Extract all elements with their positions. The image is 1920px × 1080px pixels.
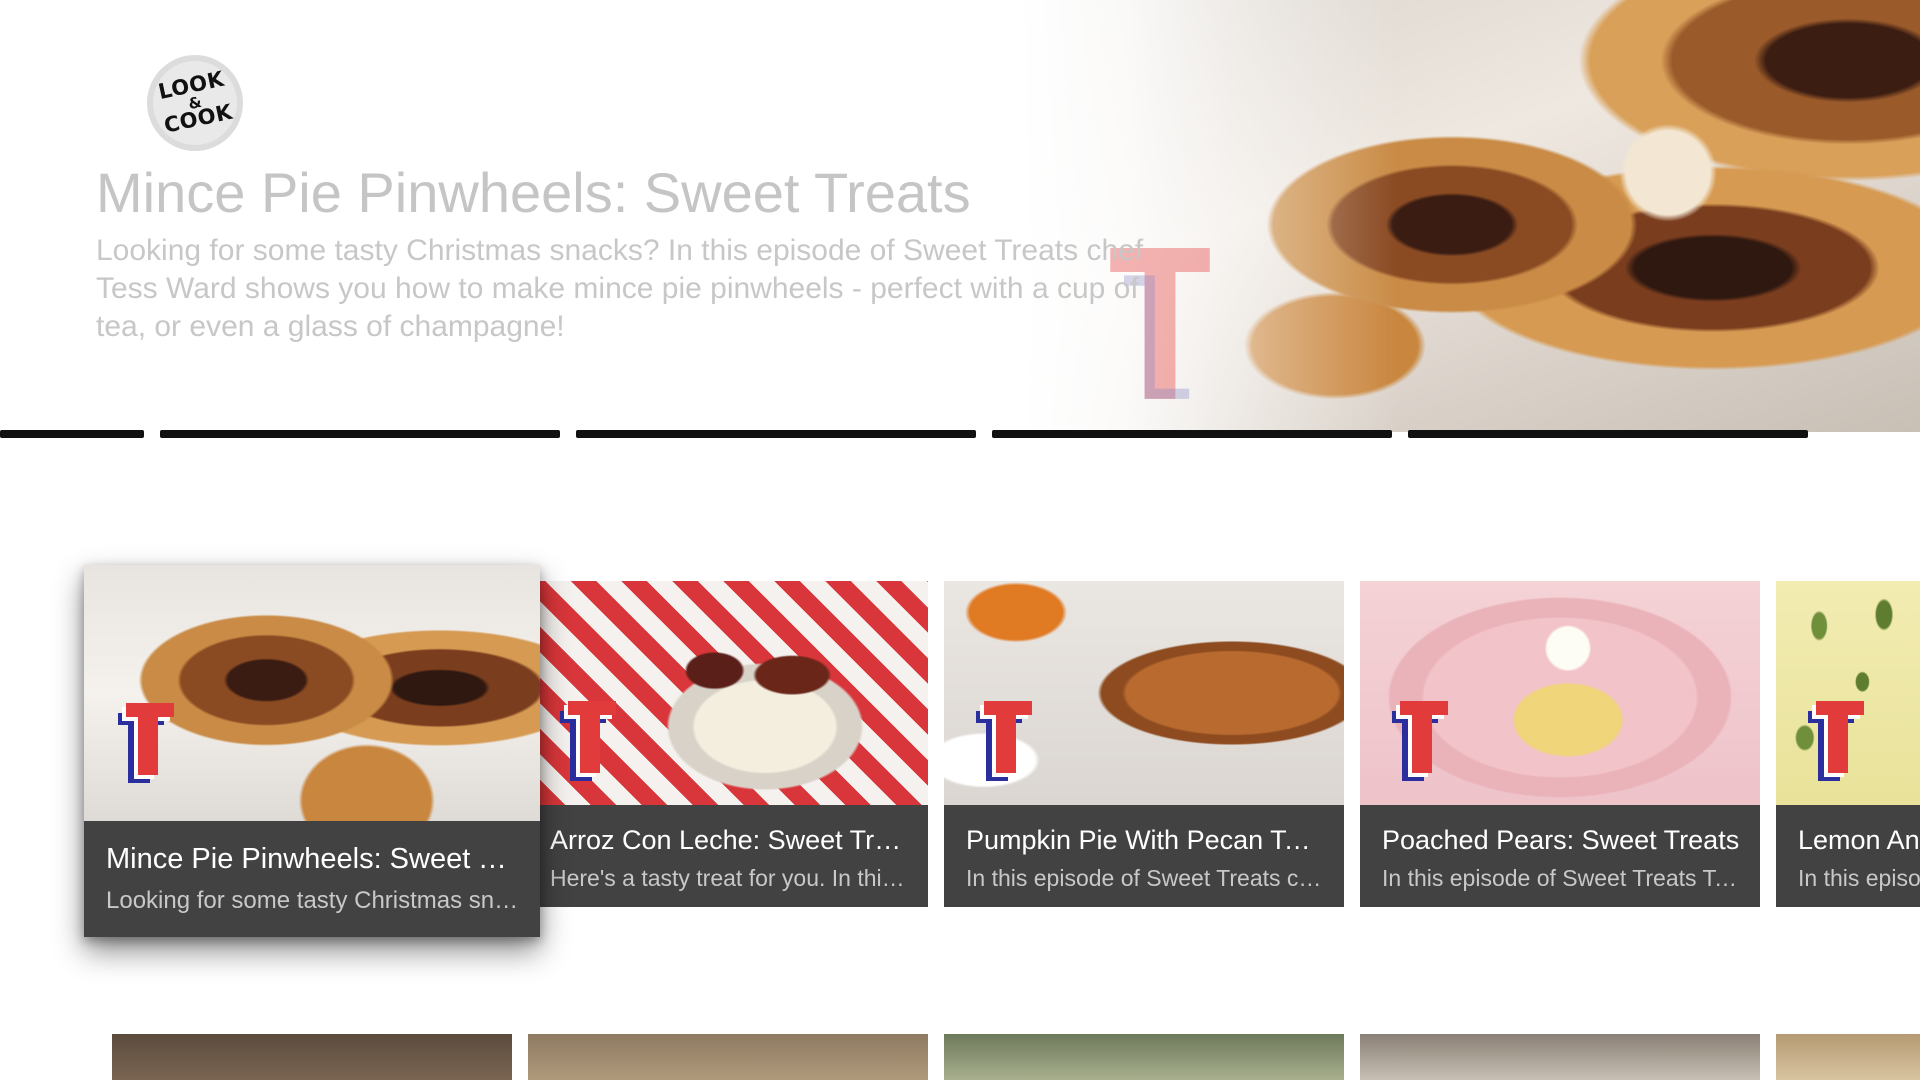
card-description: In this episode of Sweet Treats chef Tes… <box>966 865 1324 891</box>
logo-wordmark: LOOK & COOK <box>145 53 245 153</box>
card-title: Pumpkin Pie With Pecan Topping: Sweet Tr… <box>966 825 1324 855</box>
card-title: Mince Pie Pinwheels: Sweet Treats <box>106 843 520 875</box>
hero-description: Looking for some tasty Christmas snacks?… <box>96 234 1144 343</box>
video-card[interactable]: Poached Pears: Sweet Treats In this epis… <box>1360 581 1760 907</box>
sweet-treats-t-badge-icon <box>1808 701 1864 781</box>
card-title: Arroz Con Leche: Sweet Treats <box>550 825 916 855</box>
video-card-row2[interactable] <box>528 1034 928 1080</box>
row-tab-5[interactable] <box>1408 430 1808 438</box>
card-description: Here's a tasty treat for you. In this ep… <box>550 865 916 891</box>
sweet-treats-t-badge-icon <box>1392 701 1448 781</box>
card-title: Poached Pears: Sweet Treats <box>1382 825 1740 855</box>
video-card[interactable]: Pumpkin Pie With Pecan Topping: Sweet Tr… <box>944 581 1344 907</box>
card-description: Looking for some tasty Christmas snacks?… <box>106 887 520 914</box>
video-card-row2[interactable] <box>1360 1034 1760 1080</box>
logo-line-2: COOK <box>161 99 235 138</box>
card-description: In this episo <box>1798 865 1920 891</box>
row-tab-3[interactable] <box>576 430 976 438</box>
row-tab-4[interactable] <box>992 430 1392 438</box>
video-card[interactable]: Lemon And In this episo <box>1776 581 1920 907</box>
row-tab-bar <box>0 430 1920 438</box>
app-logo[interactable]: LOOK & COOK <box>145 53 245 153</box>
card-title: Lemon And <box>1798 825 1920 855</box>
sweet-treats-t-badge-icon <box>976 701 1032 781</box>
card-description: In this episode of Sweet Treats Tess War… <box>1382 865 1740 891</box>
row-tab-2[interactable] <box>160 430 560 438</box>
video-card[interactable]: Mince Pie Pinwheels: Sweet Treats Lookin… <box>84 565 540 937</box>
row-tab-1[interactable] <box>0 430 144 438</box>
sweet-treats-t-badge-icon <box>560 701 616 781</box>
video-card-row2[interactable] <box>1776 1034 1920 1080</box>
hero-title: Mince Pie Pinwheels: Sweet Treats <box>96 161 971 224</box>
video-card-row2[interactable] <box>112 1034 512 1080</box>
sweet-treats-t-badge-icon <box>118 703 174 783</box>
video-card-row2[interactable] <box>944 1034 1344 1080</box>
video-card[interactable]: Arroz Con Leche: Sweet Treats Here's a t… <box>540 581 928 907</box>
